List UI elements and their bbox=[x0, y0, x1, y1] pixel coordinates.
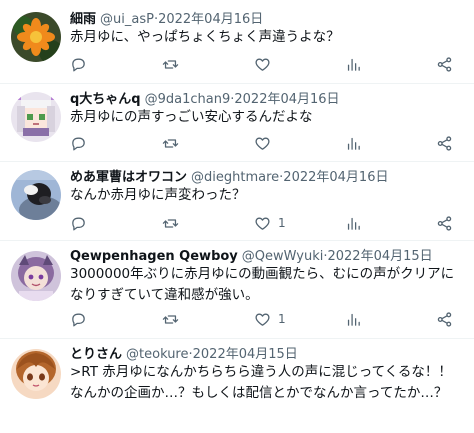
tweet-card[interactable]: とりさん @teokure·2022年04月15日 >RT 赤月ゆになんかちらちら… bbox=[0, 345, 474, 433]
display-name[interactable]: 細雨 bbox=[70, 12, 96, 27]
like-button[interactable]: 1 bbox=[254, 308, 286, 330]
avatar[interactable] bbox=[11, 251, 61, 301]
user-handle[interactable]: @9da1chan9 bbox=[145, 92, 231, 107]
reply-icon bbox=[72, 58, 85, 71]
divider bbox=[0, 338, 474, 339]
views-icon bbox=[347, 217, 360, 230]
user-handle[interactable]: @QewWyuki bbox=[242, 249, 324, 264]
reply-icon bbox=[72, 137, 85, 150]
tweet-actions: 1 bbox=[70, 308, 460, 330]
tweet-date[interactable]: 2022年04月15日 bbox=[193, 347, 298, 362]
views-button[interactable] bbox=[345, 212, 362, 234]
user-handle[interactable]: @ui_asP bbox=[100, 12, 154, 27]
display-name[interactable]: とりさん bbox=[70, 347, 122, 362]
reply-button[interactable] bbox=[70, 212, 94, 234]
share-button[interactable] bbox=[436, 132, 453, 154]
share-icon bbox=[437, 215, 452, 231]
avatar[interactable] bbox=[11, 349, 61, 399]
tweet-text: 赤月ゆに、やっぱちょくちょく声違うよな？ bbox=[70, 29, 340, 45]
tweet-date[interactable]: 2022年04月15日 bbox=[327, 249, 432, 264]
like-button[interactable] bbox=[254, 53, 278, 75]
divider bbox=[0, 240, 474, 241]
display-name[interactable]: めあ軍曹はオワコン bbox=[70, 170, 187, 185]
retweet-button[interactable] bbox=[162, 212, 186, 234]
like-button[interactable] bbox=[254, 132, 278, 154]
share-icon bbox=[437, 311, 452, 327]
tweet-card[interactable]: めあ軍曹はオワコン @dieghtmare·2022年04月16日 なんか赤月ゆに… bbox=[0, 168, 474, 238]
share-button[interactable] bbox=[436, 212, 453, 234]
user-handle[interactable]: @dieghtmare bbox=[191, 170, 279, 185]
heart-icon bbox=[255, 217, 270, 230]
reply-button[interactable] bbox=[70, 53, 94, 75]
tweet-card[interactable]: 細雨 @ui_asP·2022年04月16日 赤月ゆに、やっぱちょくちょく声違うよ… bbox=[0, 10, 474, 80]
views-icon bbox=[347, 137, 360, 150]
retweet-icon bbox=[162, 314, 179, 324]
tweet-actions bbox=[70, 53, 460, 75]
tweet-date[interactable]: 2022年04月16日 bbox=[234, 92, 339, 107]
tweet-actions: 1 bbox=[70, 212, 460, 234]
divider bbox=[0, 161, 474, 162]
heart-icon bbox=[255, 58, 270, 71]
tweet-date[interactable]: 2022年04月16日 bbox=[283, 170, 388, 185]
views-icon bbox=[347, 58, 360, 71]
tweet-feed: 細雨 @ui_asP·2022年04月16日 赤月ゆに、やっぱちょくちょく声違うよ… bbox=[0, 0, 474, 433]
share-button[interactable] bbox=[436, 53, 453, 75]
retweet-icon bbox=[162, 59, 179, 69]
share-button[interactable] bbox=[436, 308, 453, 330]
tweet-card[interactable]: Qewpenhagen Qewboy @QewWyuki·2022年04月15日 … bbox=[0, 247, 474, 337]
share-icon bbox=[437, 56, 452, 72]
views-button[interactable] bbox=[345, 308, 362, 330]
retweet-button[interactable] bbox=[162, 53, 186, 75]
reply-button[interactable] bbox=[70, 308, 94, 330]
reply-icon bbox=[72, 313, 85, 326]
tweet-text: なんか赤月ゆに声変わった？ bbox=[70, 187, 246, 203]
display-name[interactable]: Qewpenhagen Qewboy bbox=[70, 249, 238, 264]
views-icon bbox=[347, 313, 360, 326]
tweet-text: >RT 赤月ゆになんかちらちら違う人の声に混じってくるな！！ なんかの企画か…？… bbox=[70, 364, 452, 401]
display-name[interactable]: q大ちゃんq bbox=[70, 92, 141, 107]
avatar[interactable] bbox=[11, 12, 61, 62]
divider bbox=[0, 83, 474, 84]
like-count: 1 bbox=[278, 312, 286, 326]
share-icon bbox=[437, 135, 452, 151]
retweet-icon bbox=[162, 218, 179, 228]
tweet-text: 赤月ゆにの声すっごい安心するんだよな bbox=[70, 109, 313, 125]
reply-button[interactable] bbox=[70, 132, 94, 154]
user-handle[interactable]: @teokure bbox=[126, 347, 188, 362]
like-button[interactable]: 1 bbox=[254, 212, 286, 234]
tweet-actions bbox=[70, 132, 460, 154]
views-button[interactable] bbox=[345, 132, 362, 154]
heart-icon bbox=[255, 137, 270, 150]
tweet-text: 3000000年ぶりに赤月ゆにの動画観たら、むにの声がクリアになりすぎていて違和… bbox=[70, 266, 455, 303]
retweet-icon bbox=[162, 138, 179, 148]
retweet-button[interactable] bbox=[162, 132, 186, 154]
avatar[interactable] bbox=[11, 170, 61, 220]
views-button[interactable] bbox=[345, 53, 362, 75]
retweet-button[interactable] bbox=[162, 308, 186, 330]
avatar[interactable] bbox=[11, 92, 61, 142]
heart-icon bbox=[255, 313, 270, 326]
reply-icon bbox=[72, 217, 85, 230]
like-count: 1 bbox=[278, 216, 286, 230]
tweet-date[interactable]: 2022年04月16日 bbox=[158, 12, 263, 27]
tweet-card[interactable]: q大ちゃんq @9da1chan9·2022年04月16日 赤月ゆにの声すっごい安… bbox=[0, 90, 474, 160]
